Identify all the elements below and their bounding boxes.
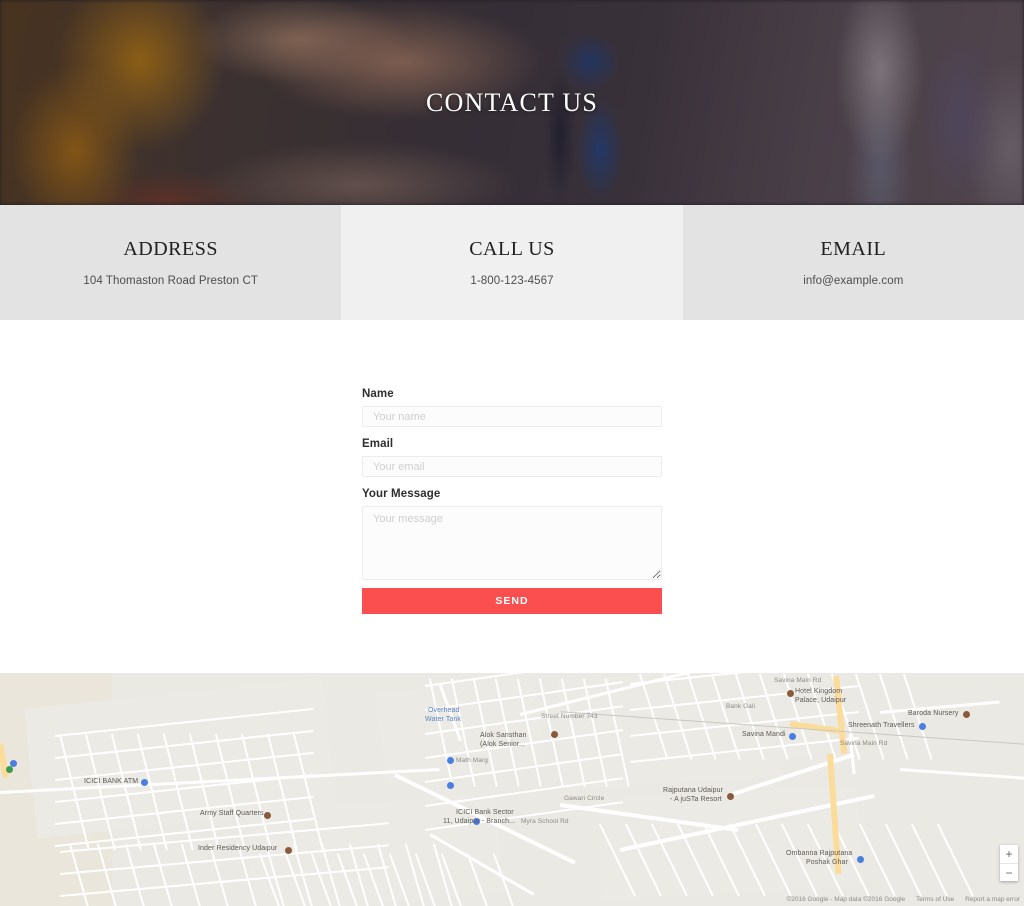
info-value-email: info@example.com xyxy=(803,275,904,287)
map-label-4: Street Number 743 xyxy=(541,713,598,720)
info-title-address: ADDRESS xyxy=(123,238,218,260)
contact-form: Name Email Your Message SEND xyxy=(362,388,662,673)
map-label-21: - A juSTa Resort xyxy=(670,796,722,803)
info-value-phone: 1-800-123-4567 xyxy=(470,275,554,287)
info-value-address: 104 Thomaston Road Preston CT xyxy=(83,275,258,287)
map-label-15: Palace, Udaipur xyxy=(795,697,847,704)
info-column-call-us: CALL US 1-800-123-4567 xyxy=(341,205,683,320)
map-zoom-controls: + − xyxy=(1000,845,1018,881)
map-poi-dot-4 xyxy=(141,779,148,786)
map-label-10: ICICI BANK ATM xyxy=(84,778,139,785)
map-poi-dot-10 xyxy=(919,723,926,730)
map-block xyxy=(597,786,863,900)
terms-of-use-link[interactable]: Terms of Use xyxy=(916,896,954,903)
map-poi-dot-1 xyxy=(447,782,454,789)
map-poi-dot-6 xyxy=(285,847,292,854)
map-label-3: (Alok Senior... xyxy=(480,741,526,748)
map-label-5: Math Marg xyxy=(456,757,488,764)
map-label-20: Rajputana Udaipur xyxy=(663,787,724,794)
map-label-9: Myra School Rd xyxy=(521,818,569,825)
page-title: CONTACT US xyxy=(426,87,598,117)
map-label-12: Inder Residency Udaipur xyxy=(198,845,278,852)
zoom-in-button[interactable]: + xyxy=(1000,845,1018,863)
map-label-19: Shreenath Travellers xyxy=(848,722,915,729)
map-label-8: Gawari Circle xyxy=(564,795,605,802)
map-label-13: Savina Mandi xyxy=(742,731,786,738)
map-label-14: Hotel Kingdom xyxy=(795,688,843,695)
contact-info-strip: ADDRESS 104 Thomaston Road Preston CT CA… xyxy=(0,205,1024,320)
map-label-7: 11, Udaipur - Branch... xyxy=(443,818,516,825)
send-button[interactable]: SEND xyxy=(362,588,662,614)
email-label: Email xyxy=(362,438,394,450)
map-poi-dot-0 xyxy=(447,757,454,764)
map-label-1: Water Tank xyxy=(425,716,462,723)
info-title-call-us: CALL US xyxy=(469,238,555,260)
info-column-address: ADDRESS 104 Thomaston Road Preston CT xyxy=(0,205,342,320)
hero-banner: CONTACT US xyxy=(0,0,1024,205)
message-textarea[interactable] xyxy=(362,506,662,580)
contact-form-section: Name Email Your Message SEND xyxy=(0,320,1024,673)
message-label: Your Message xyxy=(362,488,441,500)
map-poi-dot-14 xyxy=(6,766,13,773)
name-input[interactable] xyxy=(362,406,662,427)
report-map-error-link[interactable]: Report a map error xyxy=(965,896,1020,903)
map-label-11: Army Staff Quarters xyxy=(200,810,264,817)
map-poi-dot-7 xyxy=(789,733,796,740)
map-label-24: Savina Main Rd xyxy=(840,740,888,747)
map-label-2: Alok Sansthan xyxy=(480,732,527,739)
info-title-email: EMAIL xyxy=(820,238,887,260)
map-poi-dot-3 xyxy=(551,731,558,738)
map-label-22: Ombanna Rajputana xyxy=(786,850,853,857)
name-label: Name xyxy=(362,388,394,400)
map-label-0: Overhead xyxy=(428,707,460,714)
map-poi-dot-5 xyxy=(264,812,271,819)
map-poi-dot-9 xyxy=(963,711,970,718)
google-map[interactable]: Overhead Water Tank Alok Sansthan (Alok Sen… xyxy=(0,673,1024,906)
map-label-18: Baroda Nursery xyxy=(908,710,959,717)
map-label-6: ICICI Bank Sector xyxy=(456,809,514,816)
map-poi-dot-12 xyxy=(857,856,864,863)
map-poi-dot-11 xyxy=(727,793,734,800)
map-copyright: ©2016 Google - Map data ©2016 Google xyxy=(786,896,906,903)
zoom-out-button[interactable]: − xyxy=(1000,863,1018,881)
map-label-16: Savina Main Rd xyxy=(774,677,822,684)
map-label-17: Bank Gali xyxy=(726,703,756,710)
map-attribution: ©2016 Google - Map data ©2016 Google Ter… xyxy=(777,896,1020,903)
map-label-23: Poshak Ghar xyxy=(806,859,848,866)
info-column-email: EMAIL info@example.com xyxy=(682,205,1024,320)
email-input[interactable] xyxy=(362,456,662,477)
map-poi-dot-8 xyxy=(787,690,794,697)
